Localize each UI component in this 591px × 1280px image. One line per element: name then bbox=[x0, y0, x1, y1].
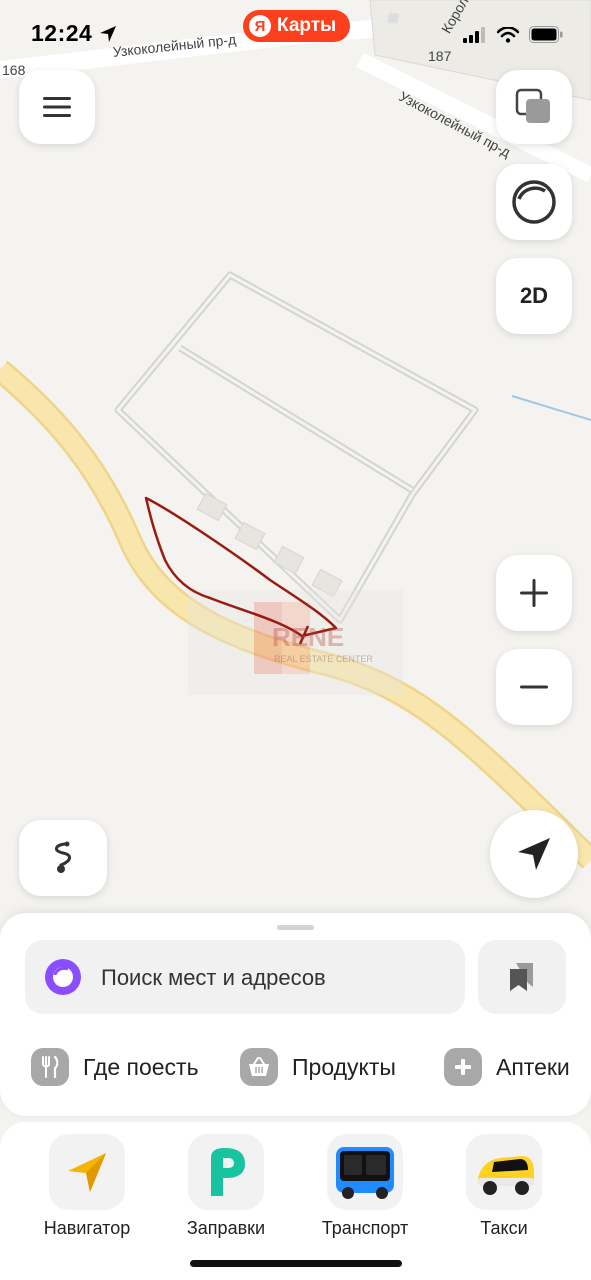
search-input[interactable]: Поиск мест и адресов bbox=[25, 940, 465, 1014]
map-2d-toggle[interactable]: 2D bbox=[496, 258, 572, 334]
signal-icon bbox=[463, 26, 485, 43]
fuel-p-icon bbox=[188, 1134, 264, 1210]
fork-knife-icon bbox=[31, 1048, 69, 1086]
yandex-logo-icon: Я bbox=[249, 15, 271, 37]
chip-where-to-eat[interactable]: Где поесть bbox=[31, 1045, 199, 1089]
plus-icon bbox=[520, 579, 548, 607]
layers-icon bbox=[515, 88, 550, 123]
navigation-arrow-icon bbox=[518, 838, 550, 870]
chip-pharmacies[interactable]: Аптеки bbox=[444, 1045, 570, 1089]
wifi-icon bbox=[497, 26, 519, 43]
search-placeholder: Поиск мест и адресов bbox=[101, 965, 326, 990]
zoom-out-button[interactable] bbox=[496, 649, 572, 725]
status-time: 12:24 bbox=[31, 20, 93, 46]
service-tab-bar: Навигатор Заправки Транспорт Такси bbox=[0, 1122, 591, 1280]
bottom-sheet[interactable]: Поиск мест и адресов Где поесть Продукты… bbox=[0, 913, 591, 1116]
tab-label: Такси bbox=[480, 1218, 528, 1238]
battery-icon bbox=[529, 26, 563, 43]
taxi-car-icon bbox=[466, 1134, 542, 1210]
tab-label: Навигатор bbox=[43, 1218, 131, 1238]
alice-search-icon bbox=[45, 959, 81, 995]
status-indicators bbox=[463, 26, 563, 43]
app-indicator-pill[interactable]: Я Карты bbox=[243, 10, 351, 42]
basket-icon bbox=[240, 1048, 278, 1086]
zoom-in-button[interactable] bbox=[496, 555, 572, 631]
hamburger-icon bbox=[43, 97, 71, 117]
alice-button[interactable] bbox=[496, 164, 572, 240]
tab-fuel[interactable]: Заправки bbox=[161, 1134, 291, 1254]
navigator-icon bbox=[49, 1134, 125, 1210]
chip-label: Продукты bbox=[292, 1053, 396, 1080]
chip-label: Аптеки bbox=[496, 1053, 570, 1080]
home-indicator[interactable] bbox=[190, 1260, 402, 1267]
tab-taxi[interactable]: Такси bbox=[439, 1134, 569, 1254]
bus-icon bbox=[327, 1134, 403, 1210]
chip-label: Где поесть bbox=[83, 1053, 199, 1080]
location-arrow-icon bbox=[100, 26, 116, 42]
alice-icon bbox=[512, 180, 556, 224]
menu-button[interactable] bbox=[19, 70, 95, 144]
route-icon bbox=[55, 841, 71, 873]
bookmarks-icon bbox=[510, 963, 533, 991]
app-name: Карты bbox=[277, 15, 337, 36]
minus-icon bbox=[520, 685, 548, 689]
watermark-text: RENE bbox=[272, 622, 345, 652]
category-chips: Где поесть Продукты Аптеки bbox=[0, 1045, 591, 1089]
tab-label: Заправки bbox=[186, 1218, 266, 1238]
locate-me-button[interactable] bbox=[490, 810, 578, 898]
route-button[interactable] bbox=[19, 820, 107, 896]
mode-label: 2D bbox=[519, 283, 549, 308]
plus-cross-icon bbox=[444, 1048, 482, 1086]
tab-transport[interactable]: Транспорт bbox=[300, 1134, 430, 1254]
watermark-subtext: REAL ESTATE CENTER bbox=[274, 654, 373, 664]
sheet-grabber[interactable] bbox=[277, 925, 314, 930]
layers-button[interactable] bbox=[496, 70, 572, 144]
bookmarks-button[interactable] bbox=[478, 940, 566, 1014]
tab-label: Транспорт bbox=[321, 1218, 409, 1238]
chip-groceries[interactable]: Продукты bbox=[240, 1045, 396, 1089]
tab-navigator[interactable]: Навигатор bbox=[22, 1134, 152, 1254]
